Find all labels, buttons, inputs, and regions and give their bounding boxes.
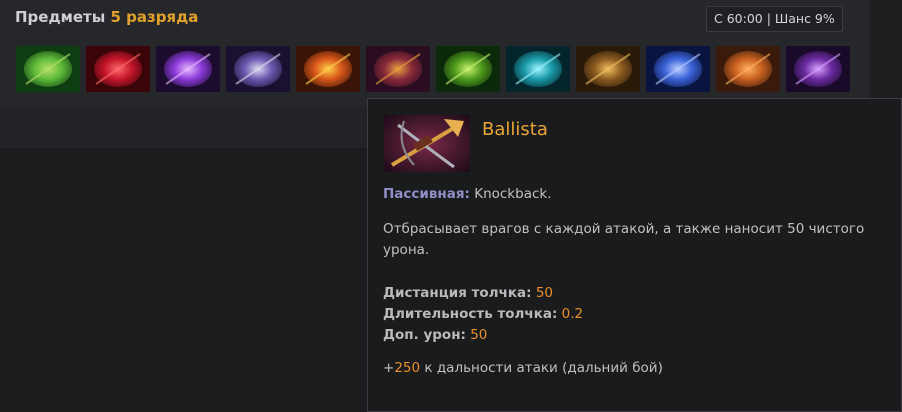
stat-row: Дистанция толчка: 50 [383,283,583,304]
orange-gauntlet-icon[interactable] [716,46,780,92]
bonus-value: 250 [394,360,421,376]
passive-label: Пассивная: [383,186,470,202]
stat-value: 50 [535,285,553,301]
item-row [16,46,850,92]
item-name: Ballista [482,119,548,140]
bonus-sign: + [383,360,395,376]
item-description: Отбрасывает врагов с каждой атакой, а та… [383,219,864,261]
dark-armor-icon[interactable] [576,46,640,92]
description-line: урона. [383,242,430,258]
bonus-line: +250 к дальности атаки (дальний бой) [383,358,663,379]
blue-gem-icon[interactable] [646,46,710,92]
silver-orb-icon[interactable] [226,46,290,92]
timing-chance-badge: С 60:00 | Шанс 9% [706,6,843,32]
stat-row: Доп. урон: 50 [383,325,583,346]
stat-value: 0.2 [561,306,584,322]
green-tome-icon[interactable] [436,46,500,92]
description-line: Отбрасывает врагов с каждой атакой, а та… [383,221,865,237]
cyan-hammer-icon[interactable] [506,46,570,92]
passive-name: Knockback. [474,186,552,202]
tier-title: Предметы 5 разряда [15,8,198,26]
stat-value: 50 [470,327,488,343]
green-armor-icon[interactable] [16,46,80,92]
tier-title-prefix: Предметы [15,8,106,26]
stat-row: Длительность толчка: 0.2 [383,304,583,325]
stat-label: Доп. урон: [383,327,466,343]
passive-line: Пассивная: Knockback. [383,184,552,205]
ballista-icon[interactable] [366,46,430,92]
purple-spike-icon[interactable] [156,46,220,92]
stat-label: Длительность толчка: [383,306,558,322]
ballista-icon [384,115,470,172]
stat-label: Дистанция толчка: [383,285,532,301]
bonus-text: к дальности атаки (дальний бой) [424,360,663,376]
stats-block: Дистанция толчка: 50 Длительность толчка… [383,283,583,346]
item-tooltip: Ballista Пассивная: Knockback. Отбрасыва… [367,98,902,412]
violet-book-icon[interactable] [786,46,850,92]
red-blades-icon[interactable] [86,46,150,92]
tier-title-accent: 5 разряда [110,8,199,26]
fire-ring-icon[interactable] [296,46,360,92]
